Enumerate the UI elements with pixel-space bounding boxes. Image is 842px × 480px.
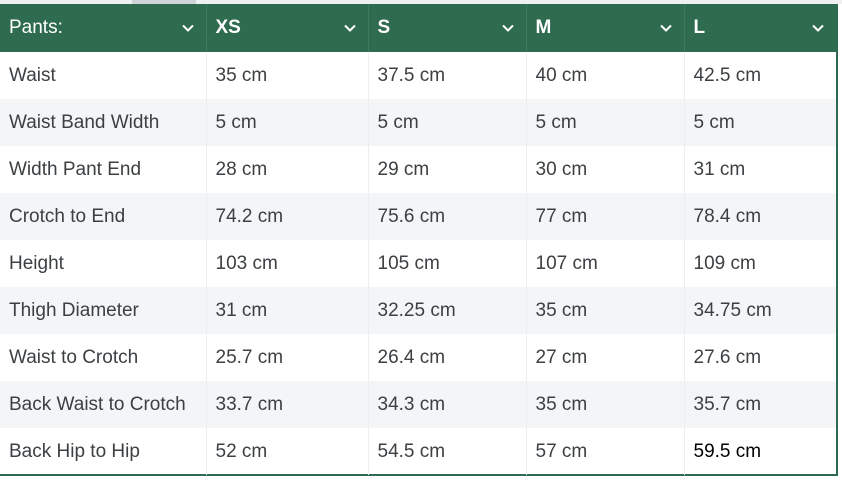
cell-xs[interactable]: 33.7 cm <box>206 381 369 428</box>
chevron-down-icon[interactable] <box>342 20 358 36</box>
column-header-label: S <box>377 17 391 38</box>
cell-xs[interactable]: 31 cm <box>206 287 369 334</box>
cell-xs[interactable]: 28 cm <box>206 146 369 193</box>
row-label[interactable]: Waist Band Width <box>0 99 207 146</box>
row-label[interactable]: Back Waist to Crotch <box>0 381 207 428</box>
cell-m[interactable]: 35 cm <box>526 381 685 428</box>
chevron-down-icon[interactable] <box>810 20 826 36</box>
cell-s[interactable]: 29 cm <box>368 146 527 193</box>
table-row: Waist 35 cm 37.5 cm 40 cm 42.5 cm <box>0 52 836 99</box>
cell-s[interactable]: 37.5 cm <box>368 52 527 99</box>
cell-m[interactable]: 57 cm <box>526 428 685 475</box>
cell-l[interactable]: 78.4 cm <box>684 193 836 240</box>
cell-xs[interactable]: 74.2 cm <box>206 193 369 240</box>
column-header-label: XS <box>215 17 241 38</box>
column-header-xs[interactable]: XS <box>206 4 369 52</box>
cell-s[interactable]: 75.6 cm <box>368 193 527 240</box>
cell-l[interactable]: 109 cm <box>684 240 836 287</box>
row-label[interactable]: Height <box>0 240 207 287</box>
table-row: Thigh Diameter 31 cm 32.25 cm 35 cm 34.7… <box>0 287 836 334</box>
chevron-down-icon[interactable] <box>500 20 516 36</box>
cell-l[interactable]: 34.75 cm <box>684 287 836 334</box>
cell-s[interactable]: 32.25 cm <box>368 287 527 334</box>
cell-xs[interactable]: 25.7 cm <box>206 334 369 381</box>
cell-l[interactable]: 31 cm <box>684 146 836 193</box>
cell-l[interactable]: 42.5 cm <box>684 52 836 99</box>
cell-l[interactable]: 27.6 cm <box>684 334 836 381</box>
cell-s[interactable]: 26.4 cm <box>368 334 527 381</box>
cell-m[interactable]: 77 cm <box>526 193 685 240</box>
row-label[interactable]: Back Hip to Hip <box>0 428 207 475</box>
row-label[interactable]: Waist to Crotch <box>0 334 207 381</box>
size-chart-sheet: Pants: XS S M L Waist 35 cm 37.5 cm 40 c… <box>0 4 838 476</box>
cell-xs[interactable]: 103 cm <box>206 240 369 287</box>
cell-m[interactable]: 35 cm <box>526 287 685 334</box>
column-header-label: L <box>693 17 706 38</box>
chevron-down-icon[interactable] <box>180 20 196 36</box>
column-header-l[interactable]: L <box>684 4 836 52</box>
cell-m[interactable]: 5 cm <box>526 99 685 146</box>
table-row: Waist to Crotch 25.7 cm 26.4 cm 27 cm 27… <box>0 334 836 381</box>
chevron-down-icon[interactable] <box>658 20 674 36</box>
table-row: Crotch to End 74.2 cm 75.6 cm 77 cm 78.4… <box>0 193 836 240</box>
header-row: Pants: XS S M L <box>0 4 836 52</box>
cell-l[interactable]: 59.5 cm <box>684 428 836 475</box>
cell-xs[interactable]: 5 cm <box>206 99 369 146</box>
table-row: Waist Band Width 5 cm 5 cm 5 cm 5 cm <box>0 99 836 146</box>
column-header-s[interactable]: S <box>368 4 527 52</box>
cell-s[interactable]: 54.5 cm <box>368 428 527 475</box>
row-label[interactable]: Thigh Diameter <box>0 287 207 334</box>
cell-l[interactable]: 35.7 cm <box>684 381 836 428</box>
table-row: Width Pant End 28 cm 29 cm 30 cm 31 cm <box>0 146 836 193</box>
cell-l[interactable]: 5 cm <box>684 99 836 146</box>
cell-m[interactable]: 40 cm <box>526 52 685 99</box>
cell-xs[interactable]: 35 cm <box>206 52 369 99</box>
column-header-label: M <box>535 17 552 38</box>
cell-s[interactable]: 5 cm <box>368 99 527 146</box>
cell-m[interactable]: 30 cm <box>526 146 685 193</box>
cell-m[interactable]: 107 cm <box>526 240 685 287</box>
row-label[interactable]: Width Pant End <box>0 146 207 193</box>
table-row: Back Hip to Hip 52 cm 54.5 cm 57 cm 59.5… <box>0 428 836 475</box>
column-header-pants[interactable]: Pants: <box>0 4 207 52</box>
size-chart-table: Pants: XS S M L Waist 35 cm 37.5 cm 40 c… <box>0 4 836 475</box>
table-row: Back Waist to Crotch 33.7 cm 34.3 cm 35 … <box>0 381 836 428</box>
column-header-label: Pants: <box>9 17 63 38</box>
table-row: Height 103 cm 105 cm 107 cm 109 cm <box>0 240 836 287</box>
row-label[interactable]: Waist <box>0 52 207 99</box>
cell-xs[interactable]: 52 cm <box>206 428 369 475</box>
row-label[interactable]: Crotch to End <box>0 193 207 240</box>
cell-m[interactable]: 27 cm <box>526 334 685 381</box>
cell-s[interactable]: 34.3 cm <box>368 381 527 428</box>
cell-s[interactable]: 105 cm <box>368 240 527 287</box>
column-header-m[interactable]: M <box>526 4 685 52</box>
